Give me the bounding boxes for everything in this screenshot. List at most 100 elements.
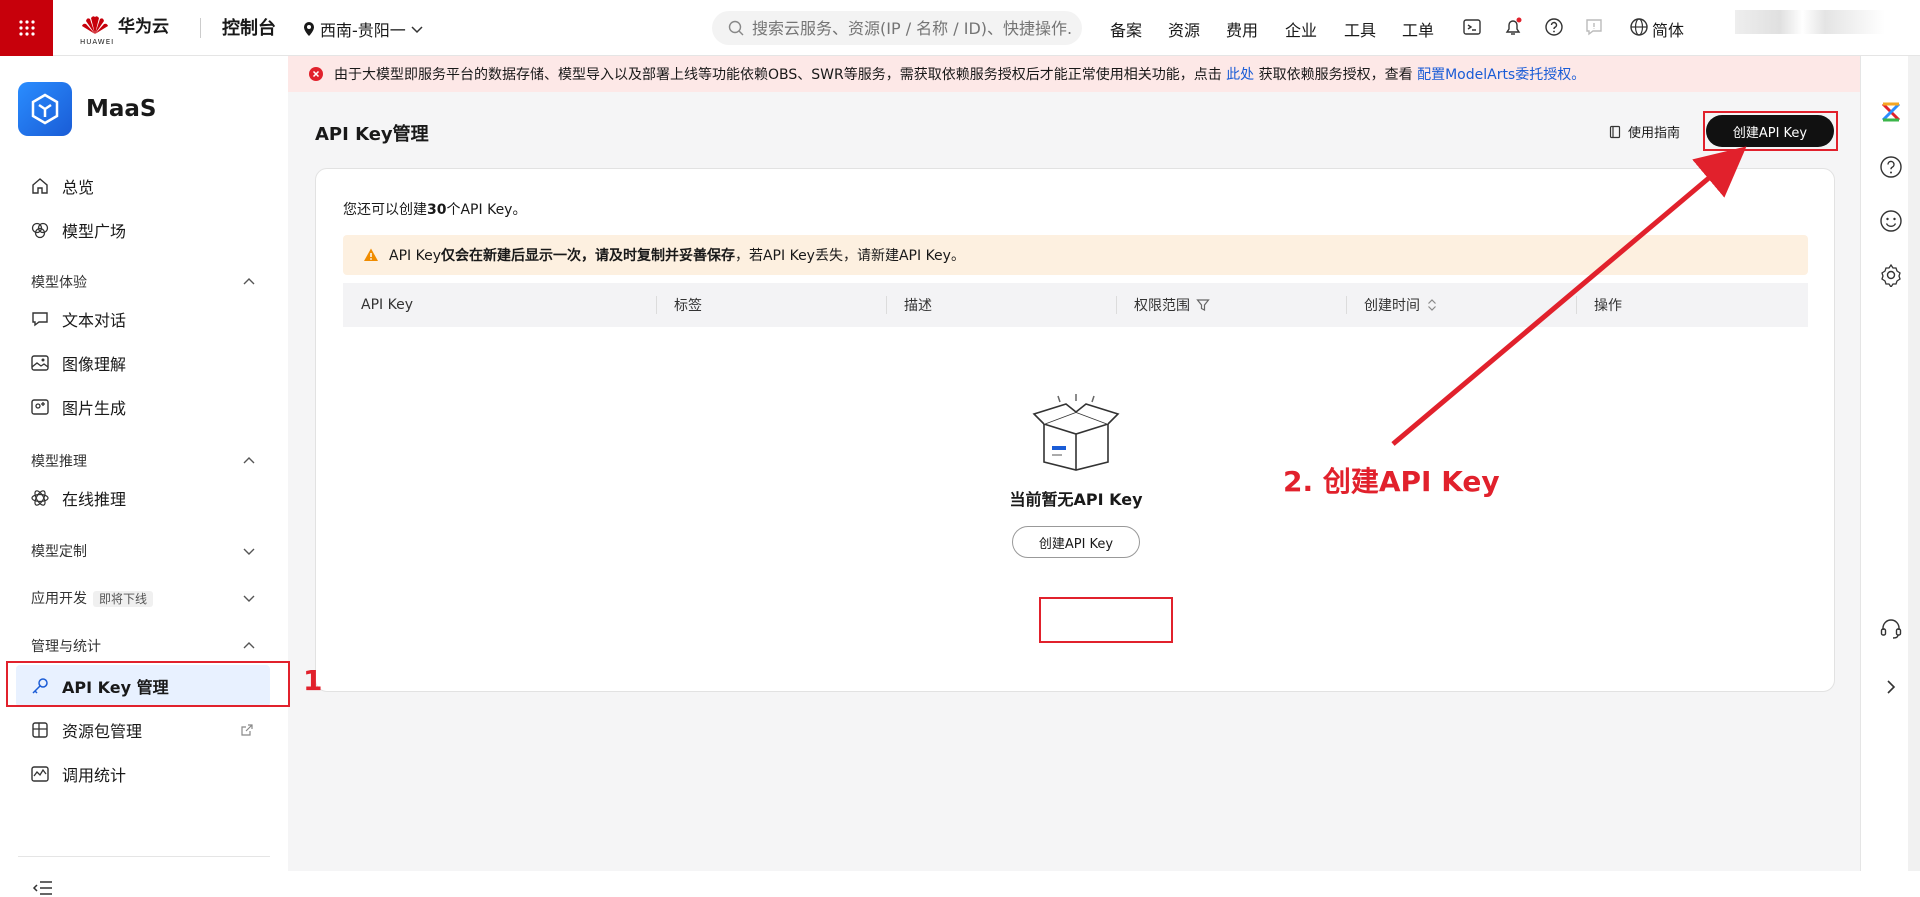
huawei-cloud-logo[interactable]: 华为云 HUAWEI <box>80 12 169 46</box>
help-icon[interactable] <box>1879 155 1903 179</box>
region-label: 西南-贵阳一 <box>320 21 406 40</box>
nav-billing[interactable]: 费用 <box>1226 17 1258 41</box>
nav-group-appdev[interactable]: 应用开发 即将下线 <box>31 588 256 608</box>
nav-group-experience[interactable]: 模型体验 <box>31 272 256 292</box>
collapse-sidebar-icon[interactable] <box>32 879 54 897</box>
page-scrollbar[interactable] <box>1908 56 1920 871</box>
atom-icon <box>31 490 49 506</box>
annotation-highlight-box <box>1703 111 1838 151</box>
column-header-api-key: API Key <box>343 283 656 327</box>
remain-suffix: 个API Key。 <box>446 202 527 218</box>
help-icon[interactable] <box>1543 16 1565 38</box>
smile-feedback-icon[interactable] <box>1879 209 1903 233</box>
deprecation-badge: 即将下线 <box>93 591 154 607</box>
sidebar-item-resource-package[interactable]: 资源包管理 <box>30 718 255 742</box>
column-header-created-time: 创建时间 <box>1346 283 1576 327</box>
sidebar-item-model-square[interactable]: 模型广场 <box>30 218 126 242</box>
sidebar-item-label: 图片生成 <box>62 399 127 418</box>
authorize-link[interactable]: 此处 <box>1226 67 1254 83</box>
sidebar-item-online-inference[interactable]: 在线推理 <box>30 486 126 510</box>
alert-text-mid: 获取依赖服务授权，查看 <box>1258 67 1413 83</box>
column-header-tags: 标签 <box>656 283 886 327</box>
column-header-description: 描述 <box>886 283 1116 327</box>
cloud-shell-icon[interactable] <box>1461 16 1483 38</box>
sidebar-item-label: 文本对话 <box>62 311 127 330</box>
annotation-highlight-box <box>1039 597 1173 643</box>
nav-group-label: 模型定制 <box>31 544 87 560</box>
nav-tickets[interactable]: 工单 <box>1402 17 1434 41</box>
error-circle-icon <box>309 67 323 81</box>
cube-icon <box>31 222 49 239</box>
grid-icon <box>18 20 35 36</box>
sidebar-item-text-chat[interactable]: 文本对话 <box>30 307 126 331</box>
warn-bold: 仅会在新建后显示一次，请及时复制并妥善保存 <box>440 248 735 264</box>
region-selector[interactable]: 西南-贵阳一 <box>302 17 424 41</box>
app-grid-button[interactable] <box>0 0 53 56</box>
annotation-step-1: 1 <box>303 664 323 697</box>
global-search[interactable] <box>712 11 1082 45</box>
chart-icon <box>31 766 49 782</box>
annotation-highlight-box <box>6 661 290 707</box>
ai-assistant-icon[interactable] <box>1879 100 1903 124</box>
user-guide-link[interactable]: 使用指南 <box>1608 122 1680 141</box>
sidebar-item-label: 在线推理 <box>62 490 127 509</box>
chevron-down-icon <box>243 548 255 555</box>
create-api-key-empty-button[interactable]: 创建API Key <box>1012 526 1140 558</box>
search-icon <box>728 20 744 36</box>
feedback-icon[interactable] <box>1583 16 1605 38</box>
divider <box>200 18 201 38</box>
page-title: API Key管理 <box>315 124 429 145</box>
customer-service-icon[interactable] <box>1879 617 1903 641</box>
sidebar-item-overview[interactable]: 总览 <box>30 174 94 198</box>
authorization-alert: 由于大模型即服务平台的数据存储、模型导入以及部署上线等功能依赖OBS、SWR等服… <box>288 56 1860 92</box>
nav-group-label: 模型推理 <box>31 454 87 470</box>
notification-bell-icon[interactable] <box>1502 16 1524 38</box>
nav-enterprise[interactable]: 企业 <box>1285 17 1317 41</box>
table-header: API Key 标签 描述 权限范围 创建时间 操作 <box>343 283 1808 327</box>
empty-state: 当前暂无API Key 创建API Key <box>316 394 1836 558</box>
chevron-up-icon <box>243 278 255 285</box>
column-label: 操作 <box>1594 298 1622 314</box>
sidebar-item-image-generation[interactable]: 图片生成 <box>30 395 126 419</box>
column-label: 描述 <box>904 298 932 314</box>
maas-header: MaaS <box>18 82 157 136</box>
nav-group-inference[interactable]: 模型推理 <box>31 451 256 471</box>
nav-group-customization[interactable]: 模型定制 <box>31 541 256 561</box>
sort-icon[interactable] <box>1426 298 1438 312</box>
brand-name: 华为云 <box>118 17 169 37</box>
nav-group-label: 管理与统计 <box>31 639 101 655</box>
nav-group-label: 应用开发 <box>31 591 87 607</box>
alert-text: 由于大模型即服务平台的数据存储、模型导入以及部署上线等功能依赖OBS、SWR等服… <box>334 64 1585 84</box>
globe-icon[interactable] <box>1628 16 1650 38</box>
empty-box-icon <box>1032 394 1120 471</box>
guide-label: 使用指南 <box>1628 126 1681 141</box>
sidebar: MaaS 总览 模型广场 模型体验 文本对话 图像理解 图片生成 模型推理 在线… <box>0 56 288 895</box>
package-icon <box>32 722 48 738</box>
modelarts-delegation-link[interactable]: 配置ModelArts委托授权。 <box>1417 67 1585 83</box>
main-content: 由于大模型即服务平台的数据存储、模型导入以及部署上线等功能依赖OBS、SWR等服… <box>288 56 1860 871</box>
column-header-actions: 操作 <box>1576 283 1808 327</box>
api-key-card: 您还可以创建30个API Key。 API Key仅会在新建后显示一次，请及时复… <box>315 168 1835 692</box>
sidebar-item-usage-stats[interactable]: 调用统计 <box>30 762 126 786</box>
user-account-menu[interactable] <box>1735 10 1885 34</box>
settings-gear-icon[interactable] <box>1879 263 1903 287</box>
language-selector[interactable]: 简体 <box>1652 17 1684 41</box>
book-icon <box>1609 125 1621 138</box>
app-name: MaaS <box>86 96 157 122</box>
sidebar-item-image-understanding[interactable]: 图像理解 <box>30 351 126 375</box>
nav-beian[interactable]: 备案 <box>1110 17 1142 41</box>
chevron-down-icon <box>243 595 255 602</box>
nav-group-manage[interactable]: 管理与统计 <box>31 636 256 656</box>
console-link[interactable]: 控制台 <box>222 14 276 40</box>
sidebar-item-label: 资源包管理 <box>62 722 143 741</box>
expand-panel-chevron-icon[interactable] <box>1879 675 1903 699</box>
search-input[interactable] <box>752 18 1072 38</box>
nav-tools[interactable]: 工具 <box>1344 17 1376 41</box>
column-label: API Key <box>361 297 413 313</box>
chevron-down-icon <box>411 26 423 34</box>
nav-resources[interactable]: 资源 <box>1168 17 1200 41</box>
filter-icon[interactable] <box>1196 298 1210 312</box>
home-icon <box>32 178 48 194</box>
sidebar-item-label: 调用统计 <box>62 766 127 785</box>
sidebar-item-label: 模型广场 <box>62 222 127 241</box>
